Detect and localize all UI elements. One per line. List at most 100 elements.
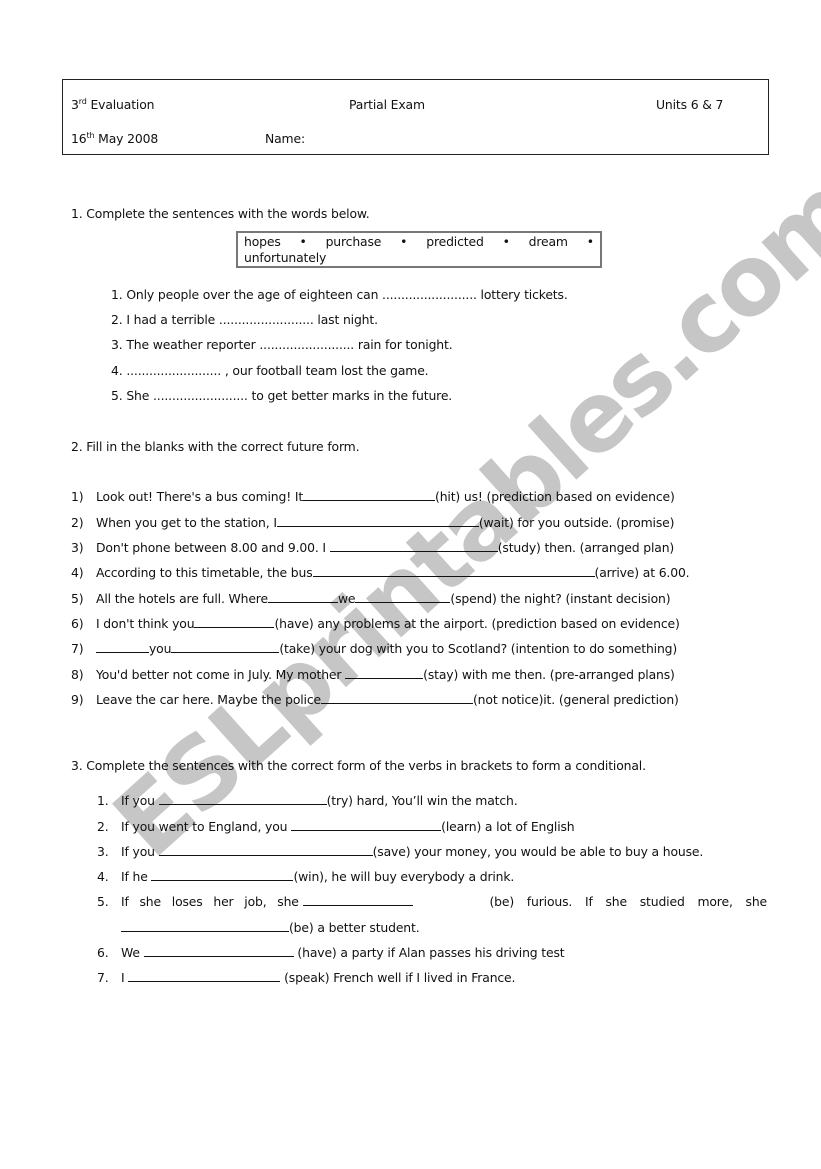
item-number: 4. [111,363,123,378]
answer-blank[interactable] [128,970,281,982]
answer-blank[interactable] [194,616,275,628]
list-item: 2) When you get to the station, I (wait) f… [71,515,674,530]
item-number: 2. [97,819,109,834]
item-text: Leave the car here. Maybe the police [96,692,321,707]
item-text: If he [121,869,152,884]
item-text: Look out! There's a bus coming! It [96,489,304,504]
answer-blank[interactable] [321,692,473,704]
item-text: All the hotels are full. Where [96,591,268,606]
list-item: 4. ......................... , our footb… [111,363,429,378]
item-number: 7) [71,641,84,656]
list-item-continuation: (be) a better student. [121,920,420,935]
list-item: 1. Only people over the age of eighteen … [111,287,568,302]
item-text: (take) your dog with you to Scotland? (i… [279,641,678,656]
item-text: If you went to England, you [121,819,292,834]
word-bank-row: hopes • purchase • predicted • dream • [244,234,594,250]
word-bank: hopes • purchase • predicted • dream • u… [236,231,602,268]
item-text: If she loses her job, she [121,894,299,909]
exam-type: Partial Exam [349,97,425,112]
answer-blank[interactable] [143,945,294,957]
word-bank-word: unfortunately [244,250,327,265]
item-number: 9) [71,692,84,707]
answer-blank[interactable] [303,489,436,501]
list-item: 3) Don't phone between 8.00 and 9.00. I (… [71,540,674,555]
bullet-icon: • [299,234,307,249]
list-item: 5) All the hotels are full. Where we (spend… [71,591,671,606]
list-item: 3. If you (save) your money, you would be… [97,844,703,859]
evaluation-text: Evaluation [86,97,155,112]
item-number: 8) [71,667,84,682]
list-item: 9) Leave the car here. Maybe the police (n… [71,692,679,707]
item-text: (have) a party if Alan passes his drivin… [293,945,565,960]
item-number: 6) [71,616,84,631]
list-item: 5. She ......................... to get … [111,388,452,403]
item-number: 1. [97,793,109,808]
list-item: 7. I (speak) French well if I lived in Fr… [97,970,515,985]
answer-blank[interactable] [291,819,442,831]
list-item: 6) I don't think you (have) any problems a… [71,616,680,631]
section3-title: 3. Complete the sentences with the corre… [71,758,646,773]
units-label: Units 6 & 7 [656,97,724,112]
list-item: 5. If she loses her job, she (be) furious… [97,894,767,909]
answer-blank[interactable] [276,515,479,527]
item-text: Don't phone between 8.00 and 9.00. I [96,540,330,555]
answer-blank[interactable] [329,540,498,552]
item-text: You'd better not come in July. My mother [96,667,346,682]
item-text: I [121,970,129,985]
answer-blank[interactable] [121,920,289,932]
item-text: If you [121,844,159,859]
item-text: (have) any problems at the airport. (pre… [274,616,680,631]
item-text: (be) furious. If she studied more, she [489,894,767,909]
word-bank-word: purchase [325,234,382,249]
name-label: Name: [265,131,305,146]
date-month-year: May 2008 [94,131,159,146]
item-number: 5. [111,388,123,403]
item-number: 5. [97,894,109,909]
item-text: (win), he will buy everybody a drink. [293,869,515,884]
item-text: When you get to the station, I [96,515,277,530]
answer-blank[interactable] [171,641,280,653]
item-text: (be) a better student. [289,920,420,935]
item-number: 2) [71,515,84,530]
answer-blank[interactable] [355,591,451,603]
item-text: (spend) the night? (instant decision) [450,591,671,606]
item-text: you [149,641,172,656]
item-number: 4) [71,565,84,580]
item-text: Only people over the age of eighteen can… [126,287,568,302]
evaluation-ordinal: rd [78,97,87,106]
item-text: I had a terrible .......................… [126,312,378,327]
answer-blank[interactable] [158,793,327,805]
item-text: (hit) us! (prediction based on evidence) [435,489,675,504]
item-text: The weather reporter ...................… [126,337,453,352]
item-text: We [121,945,144,960]
item-line1: 5. If she loses her job, she [97,894,413,909]
answer-blank[interactable] [345,667,424,679]
item-number: 2. [111,312,123,327]
item-number: 1) [71,489,84,504]
answer-blank[interactable] [302,894,413,906]
list-item: 1) Look out! There's a bus coming! It (hit… [71,489,675,504]
answer-blank[interactable] [158,844,373,856]
bullet-icon: • [586,234,594,249]
item-text: If you [121,793,159,808]
section2-title: 2. Fill in the blanks with the correct f… [71,439,360,454]
item-text: (save) your money, you would be able to … [372,844,704,859]
item-number: 4. [97,869,109,884]
answer-blank[interactable] [96,641,149,653]
item-number: 1. [111,287,123,302]
item-number: 6. [97,945,109,960]
section1-title: 1. Complete the sentences with the words… [71,206,370,221]
evaluation-number: 3 [71,97,79,112]
answer-blank[interactable] [267,591,338,603]
word-bank-word: hopes [244,234,281,249]
answer-blank[interactable] [312,565,595,577]
item-number: 7. [97,970,109,985]
item-text: (stay) with me then. (pre-arranged plans… [423,667,675,682]
item-text: (study) then. (arranged plan) [497,540,675,555]
list-item: 4. If he (win), he will buy everybody a d… [97,869,514,884]
evaluation-label: 3rd Evaluation [71,97,154,112]
list-item: 1. If you (try) hard, You’ll win the matc… [97,793,518,808]
answer-blank[interactable] [151,869,294,881]
item-text: (learn) a lot of English [441,819,575,834]
item-text: According to this timetable, the bus [96,565,313,580]
